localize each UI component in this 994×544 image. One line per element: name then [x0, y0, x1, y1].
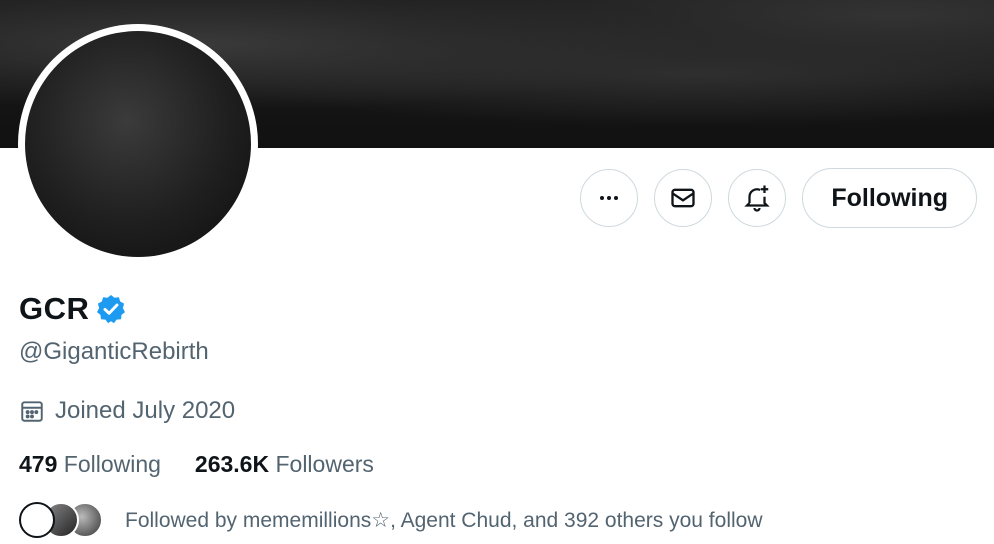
following-count: 479 — [19, 451, 58, 477]
profile-handle: @GiganticRebirth — [19, 338, 209, 365]
followers-stat-link[interactable]: 263.6K Followers — [195, 451, 374, 478]
notify-button[interactable] — [728, 169, 787, 227]
more-icon — [600, 196, 619, 200]
calendar-icon — [21, 401, 43, 422]
following-label: Following — [63, 451, 161, 477]
followed-by-row[interactable]: Followed by mememillions☆, Agent Chud, a… — [19, 500, 763, 540]
verified-badge-icon[interactable] — [95, 293, 127, 325]
profile-stats: 479 Following 263.6K Followers — [19, 451, 408, 478]
profile-actions: Following — [580, 168, 977, 228]
joined-date: Joined July 2020 — [19, 397, 235, 425]
mail-icon — [671, 188, 696, 208]
follower-avatar — [19, 502, 55, 538]
joined-text: Joined July 2020 — [55, 397, 236, 424]
bell-plus-icon — [744, 185, 771, 212]
profile-avatar-ring — [18, 24, 258, 264]
followers-label: Followers — [275, 451, 374, 477]
followed-by-avatars — [19, 500, 103, 540]
profile-name: GCR — [19, 291, 90, 326]
message-button[interactable] — [654, 169, 713, 227]
more-button[interactable] — [580, 169, 639, 227]
followed-by-text: Followed by mememillions☆, Agent Chud, a… — [125, 508, 763, 532]
profile-avatar[interactable] — [25, 31, 251, 257]
following-button[interactable]: Following — [802, 168, 977, 228]
following-stat-link[interactable]: 479 Following — [19, 451, 161, 478]
followers-count: 263.6K — [194, 451, 270, 477]
profile-name-row: GCR — [19, 291, 127, 327]
